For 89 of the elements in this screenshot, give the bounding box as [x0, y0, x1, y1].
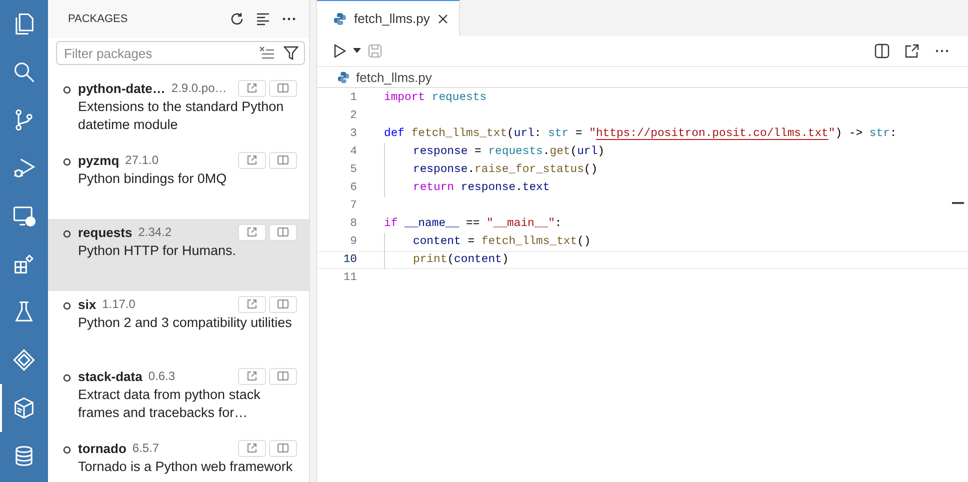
- filter-icon[interactable]: [283, 45, 299, 61]
- docs-button[interactable]: [269, 296, 297, 312]
- bullet-icon: [63, 158, 71, 166]
- book-icon: [277, 370, 289, 382]
- package-name: tornado: [78, 440, 126, 456]
- package-item[interactable]: python-date… 2.9.0.po… Extensions to the standard Python datetime module: [48, 75, 309, 147]
- package-description: Python 2 and 3 compatibility utilities: [78, 314, 293, 332]
- line-number: 6: [349, 182, 357, 194]
- open-link-button[interactable]: [238, 224, 266, 240]
- external-link-icon: [246, 226, 258, 238]
- open-link-button[interactable]: [238, 80, 266, 96]
- editor-tab[interactable]: fetch_llms.py: [317, 0, 460, 36]
- refresh-icon[interactable]: [229, 11, 245, 27]
- diamond-icon: [11, 347, 37, 373]
- package-name: pyzmq: [78, 152, 120, 168]
- docs-button[interactable]: [269, 224, 297, 240]
- code-line: print(content): [413, 254, 509, 266]
- line-number: 8: [349, 218, 357, 230]
- bullet-icon: [63, 374, 71, 382]
- line-number: 2: [349, 110, 357, 122]
- line-number: 9: [349, 236, 357, 248]
- tab-label: fetch_llms.py: [354, 11, 430, 26]
- docs-button[interactable]: [269, 80, 297, 96]
- package-name: python-date…: [78, 80, 166, 96]
- code-line: response.raise_for_status(): [413, 164, 598, 176]
- line-number: 4: [349, 146, 357, 158]
- code-line: content = fetch_llms_txt(): [413, 236, 591, 248]
- code-line: response = requests.get(url): [413, 146, 604, 158]
- lines-icon[interactable]: [255, 11, 271, 27]
- code-line: def fetch_llms_txt(url: str = "https://positron.posit.co/llms.txt") -> str:: [384, 128, 897, 140]
- external-link-icon: [246, 154, 258, 166]
- external-link-icon: [246, 82, 258, 94]
- package-name: requests: [78, 224, 132, 240]
- bullet-icon: [63, 86, 71, 94]
- open-link-button[interactable]: [238, 368, 266, 384]
- split-editor-icon[interactable]: [874, 43, 890, 59]
- package-description: Python bindings for 0MQ: [78, 170, 228, 188]
- package-version: 1.17.0: [102, 297, 136, 311]
- package-item[interactable]: six 1.17.0 Python 2 and 3 compatibility utilities: [48, 291, 309, 363]
- code-line: return response.text: [413, 182, 550, 194]
- external-link-icon: [246, 298, 258, 310]
- package-item[interactable]: tornado 6.5.7 Tornado is a Python web framework: [48, 435, 309, 482]
- package-item[interactable]: pyzmq 27.1.0 Python bindings for 0MQ: [48, 147, 309, 219]
- bullet-icon: [63, 302, 71, 310]
- clear-filter-icon[interactable]: [259, 46, 275, 60]
- external-link-icon: [246, 370, 258, 382]
- breadcrumb-item[interactable]: fetch_llms.py: [356, 70, 432, 84]
- code-line: if __name__ == "__main__":: [384, 218, 562, 230]
- package-name: stack-data: [78, 368, 142, 384]
- package-description: Extract data from python stack frames and tracebacks for…: [78, 386, 262, 422]
- package-version: 27.1.0: [125, 153, 159, 167]
- book-icon: [277, 226, 289, 238]
- close-icon[interactable]: [436, 12, 449, 24]
- dropdown-caret-icon[interactable]: [353, 48, 361, 54]
- package-version: 2.9.0.po…: [171, 81, 227, 95]
- open-link-button[interactable]: [238, 152, 266, 168]
- docs-button[interactable]: [269, 440, 297, 456]
- python-icon: [337, 70, 350, 84]
- package-version: 0.6.3: [148, 369, 176, 383]
- docs-button[interactable]: [269, 368, 297, 384]
- book-icon: [277, 298, 289, 310]
- line-number: 5: [349, 164, 357, 176]
- package-item[interactable]: stack-data 0.6.3 Extract data from python stack frames and tracebacks for…: [48, 363, 309, 435]
- docs-button[interactable]: [269, 152, 297, 168]
- pop-out-icon[interactable]: [904, 43, 920, 59]
- package-item[interactable]: requests 2.34.2 Python HTTP for Humans.: [48, 219, 309, 291]
- line-number: 1: [349, 92, 357, 104]
- python-icon: [333, 12, 347, 26]
- package-name: six: [78, 296, 96, 312]
- open-link-button[interactable]: [238, 440, 266, 456]
- line-number: 7: [349, 200, 357, 212]
- line-number: 10: [342, 254, 357, 266]
- book-icon: [277, 82, 289, 94]
- bullet-icon: [63, 230, 71, 238]
- open-link-button[interactable]: [238, 296, 266, 312]
- bullet-icon: [63, 446, 71, 454]
- external-link-icon: [246, 442, 258, 454]
- line-number: 11: [342, 272, 357, 284]
- package-version: 6.5.7: [132, 441, 160, 455]
- book-icon: [277, 154, 289, 166]
- package-version: 2.34.2: [138, 225, 172, 239]
- line-number: 3: [349, 128, 357, 140]
- package-description: Tornado is a Python web framework: [78, 458, 294, 476]
- code-line: import requests: [384, 92, 487, 104]
- filter-field[interactable]: Filter packages: [56, 41, 305, 65]
- panel-title: PACKAGES: [68, 13, 128, 25]
- package-description: Extensions to the standard Python datetime module: [78, 98, 285, 134]
- book-icon: [277, 442, 289, 454]
- package-description: Python HTTP for Humans.: [78, 242, 238, 260]
